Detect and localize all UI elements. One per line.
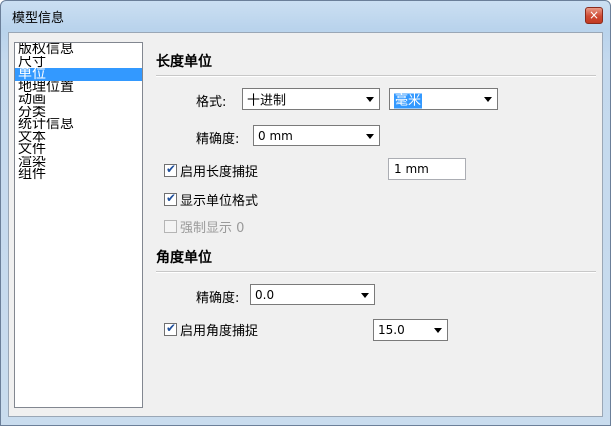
angle-precision-value: 0.0 xyxy=(255,287,275,302)
angle-snap-dropdown[interactable]: 15.0 xyxy=(373,319,448,341)
length-precision-dropdown[interactable]: 0 mm xyxy=(253,125,380,146)
format-value: 十进制 xyxy=(247,93,287,109)
show-unit-format-label[interactable]: 显示单位格式 xyxy=(180,190,258,209)
sidebar-item-geo-location[interactable]: 地理位置 xyxy=(15,81,142,94)
window-title: 模型信息 xyxy=(12,11,65,26)
format-label: 格式: xyxy=(196,95,227,110)
sidebar-item-rendering[interactable]: 渲染 xyxy=(15,156,142,169)
format-dropdown[interactable]: 十进制 xyxy=(242,88,380,110)
chevron-down-icon xyxy=(361,292,369,298)
sidebar-item-units[interactable]: 单位 xyxy=(15,68,142,81)
close-button[interactable]: × xyxy=(585,7,603,24)
length-units-divider xyxy=(156,75,596,77)
show-unit-format-checkbox[interactable]: ✔ xyxy=(164,191,177,206)
angle-snap-value: 15.0 xyxy=(378,323,405,337)
sidebar-item-dimensions[interactable]: 尺寸 xyxy=(15,56,142,69)
check-icon: ✔ xyxy=(166,191,177,205)
chevron-down-icon xyxy=(366,97,374,102)
sidebar-item-statistics[interactable]: 统计信息 xyxy=(15,118,142,131)
dialog-content: 版权信息 尺寸 单位 地理位置 动画 分类 统计信息 文本 文件 渲染 组件 长… xyxy=(8,32,603,417)
length-precision-value: 0 mm xyxy=(258,128,293,143)
sidebar-item-copyright[interactable]: 版权信息 xyxy=(15,43,142,56)
close-icon: × xyxy=(588,8,600,22)
sidebar-item-components[interactable]: 组件 xyxy=(15,168,142,181)
angle-snap-checkbox[interactable]: ✔ xyxy=(164,321,177,336)
sidebar-item-classifications[interactable]: 分类 xyxy=(15,106,142,119)
length-snap-input[interactable]: 1 mm xyxy=(388,158,466,180)
length-precision-label: 精确度: xyxy=(196,132,240,147)
sidebar-item-file[interactable]: 文件 xyxy=(15,143,142,156)
angle-snap-label[interactable]: 启用角度捕捉 xyxy=(180,320,258,339)
check-icon: ✔ xyxy=(166,321,177,335)
unit-value: 毫米 xyxy=(394,93,423,109)
sidebar-item-animation[interactable]: 动画 xyxy=(15,93,142,106)
chevron-down-icon xyxy=(434,328,442,333)
length-snap-label[interactable]: 启用长度捕捉 xyxy=(180,161,258,180)
force-zero-checkbox[interactable] xyxy=(164,220,177,233)
chevron-down-icon xyxy=(366,133,374,139)
length-snap-checkbox[interactable]: ✔ xyxy=(164,162,177,177)
unit-dropdown[interactable]: 毫米 xyxy=(389,88,498,110)
length-snap-value: 1 mm xyxy=(394,162,429,176)
sidebar-item-text[interactable]: 文本 xyxy=(15,131,142,144)
angle-precision-dropdown[interactable]: 0.0 xyxy=(250,284,375,305)
angle-precision-label: 精确度: xyxy=(196,291,240,306)
chevron-down-icon xyxy=(484,97,492,102)
angle-units-heading: 角度单位 xyxy=(156,250,212,266)
dialog-window: 模型信息 × 版权信息 尺寸 单位 地理位置 动画 分类 统计信息 文本 文件 … xyxy=(0,0,611,426)
title-bar[interactable]: 模型信息 × xyxy=(1,1,610,31)
category-list[interactable]: 版权信息 尺寸 单位 地理位置 动画 分类 统计信息 文本 文件 渲染 组件 xyxy=(14,42,143,408)
angle-units-divider xyxy=(156,271,596,273)
force-zero-label[interactable]: 强制显示 0 xyxy=(180,217,244,236)
length-units-heading: 长度单位 xyxy=(156,54,212,70)
check-icon: ✔ xyxy=(166,162,177,176)
